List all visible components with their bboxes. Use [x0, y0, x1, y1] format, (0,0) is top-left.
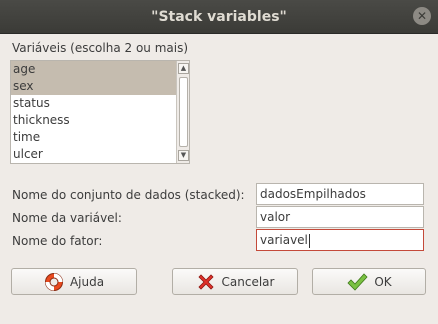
scroll-up-icon[interactable]: ▲ — [178, 63, 189, 74]
cancel-button-label: Cancelar — [222, 275, 275, 289]
variables-scrollbar[interactable]: ▲ ▼ — [176, 61, 190, 163]
dataset-name-label: Nome do conjunto de dados (stacked): — [12, 188, 245, 202]
cancel-button[interactable]: Cancelar — [172, 268, 298, 295]
factor-name-label: Nome do fator: — [12, 234, 102, 248]
dataset-name-field[interactable]: dadosEmpilhados — [256, 183, 424, 205]
variable-item-age[interactable]: age — [11, 61, 176, 78]
green-check-icon — [346, 272, 368, 292]
help-button-label: Ajuda — [70, 275, 104, 289]
variable-item-time[interactable]: time — [11, 129, 176, 146]
help-button[interactable]: Ajuda — [11, 268, 137, 295]
window-title: "Stack variables" — [0, 0, 438, 34]
ok-button-label: OK — [374, 275, 391, 289]
variable-name-value: valor — [260, 210, 290, 224]
lifebuoy-icon — [44, 272, 64, 292]
dataset-name-value: dadosEmpilhados — [260, 187, 366, 201]
scroll-thumb[interactable] — [179, 77, 188, 147]
variable-name-label: Nome da variável: — [12, 211, 122, 225]
variable-item-ulcer[interactable]: ulcer — [11, 146, 176, 163]
scroll-down-icon[interactable]: ▼ — [178, 150, 189, 161]
factor-name-field[interactable]: variavel — [256, 229, 424, 251]
variables-label: Variáveis (escolha 2 ou mais) — [12, 41, 188, 55]
close-icon[interactable]: ✕ — [413, 7, 431, 25]
variables-list[interactable]: agesexstatusthicknesstimeulcer — [11, 61, 176, 163]
red-x-icon — [196, 272, 216, 292]
variables-listbox[interactable]: agesexstatusthicknesstimeulcer ▲ ▼ — [10, 60, 190, 164]
variable-item-sex[interactable]: sex — [11, 78, 176, 95]
text-caret — [309, 234, 310, 248]
variable-item-thickness[interactable]: thickness — [11, 112, 176, 129]
variable-name-field[interactable]: valor — [256, 206, 424, 228]
ok-button[interactable]: OK — [312, 268, 426, 295]
title-bar: "Stack variables" ✕ — [0, 0, 438, 34]
factor-name-value: variavel — [260, 233, 308, 247]
variable-item-status[interactable]: status — [11, 95, 176, 112]
